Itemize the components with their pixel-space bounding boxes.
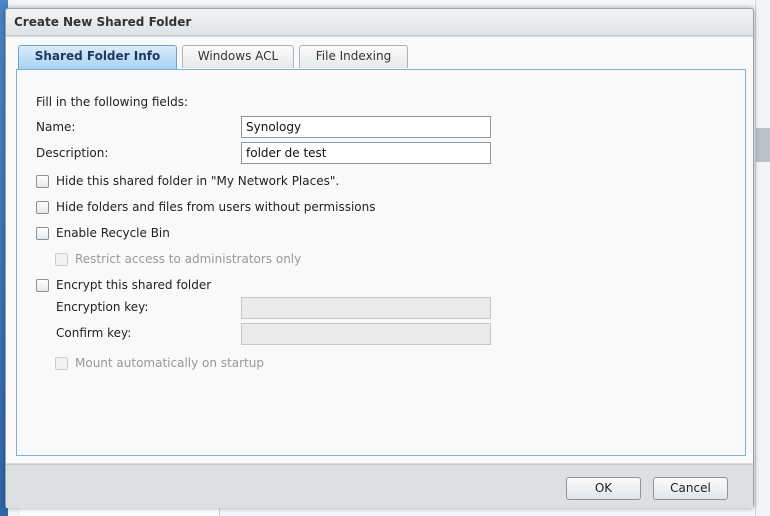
encryption-key-input[interactable] (241, 297, 491, 319)
dialog-title: Create New Shared Folder (14, 15, 192, 29)
dialog-footer: OK Cancel (6, 464, 753, 508)
checkbox-box[interactable] (55, 356, 68, 370)
restrict-admins-checkbox[interactable]: Restrict access to administrators only (55, 251, 301, 267)
encryption-key-label: Encryption key: (56, 300, 149, 314)
background-band (756, 128, 770, 162)
checkbox-box[interactable] (36, 200, 49, 214)
checkbox-label: Mount automatically on startup (75, 356, 264, 370)
checkbox-box[interactable] (36, 174, 49, 188)
enable-recycle-bin-checkbox[interactable]: Enable Recycle Bin (36, 225, 170, 241)
dialog-body: Shared Folder Info Windows ACL File Inde… (6, 37, 753, 463)
background-window-edge (755, 0, 770, 516)
dialog-titlebar[interactable]: Create New Shared Folder (6, 9, 753, 36)
checkbox-label: Hide folders and files from users withou… (56, 200, 376, 214)
confirm-key-label: Confirm key: (56, 326, 132, 340)
checkbox-label: Enable Recycle Bin (56, 226, 170, 240)
checkbox-label: Restrict access to administrators only (75, 252, 302, 266)
tab-shared-folder-info[interactable]: Shared Folder Info (18, 45, 177, 69)
hide-without-permissions-checkbox[interactable]: Hide folders and files from users withou… (36, 199, 376, 215)
checkbox-box[interactable] (36, 226, 49, 240)
description-label: Description: (36, 146, 109, 160)
confirm-key-input[interactable] (241, 323, 491, 345)
tab-panel-shared-folder-info: Fill in the following fields: Name: Desc… (16, 69, 746, 456)
tab-windows-acl[interactable]: Windows ACL (182, 45, 294, 68)
ok-button[interactable]: OK (566, 477, 641, 500)
encrypt-folder-checkbox[interactable]: Encrypt this shared folder (36, 277, 211, 293)
name-label: Name: (36, 120, 76, 134)
cancel-button[interactable]: Cancel (653, 477, 728, 500)
checkbox-label: Hide this shared folder in "My Network P… (56, 174, 340, 188)
name-input[interactable] (241, 116, 491, 138)
form-intro: Fill in the following fields: (36, 95, 189, 109)
description-input[interactable] (241, 142, 491, 164)
create-shared-folder-dialog: Create New Shared Folder Shared Folder I… (5, 8, 754, 508)
checkbox-box[interactable] (36, 278, 49, 292)
hide-in-network-places-checkbox[interactable]: Hide this shared folder in "My Network P… (36, 173, 339, 189)
checkbox-label: Encrypt this shared folder (56, 278, 212, 292)
checkbox-box[interactable] (55, 252, 68, 266)
mount-on-startup-checkbox[interactable]: Mount automatically on startup (55, 355, 264, 371)
tab-file-indexing[interactable]: File Indexing (299, 45, 408, 68)
